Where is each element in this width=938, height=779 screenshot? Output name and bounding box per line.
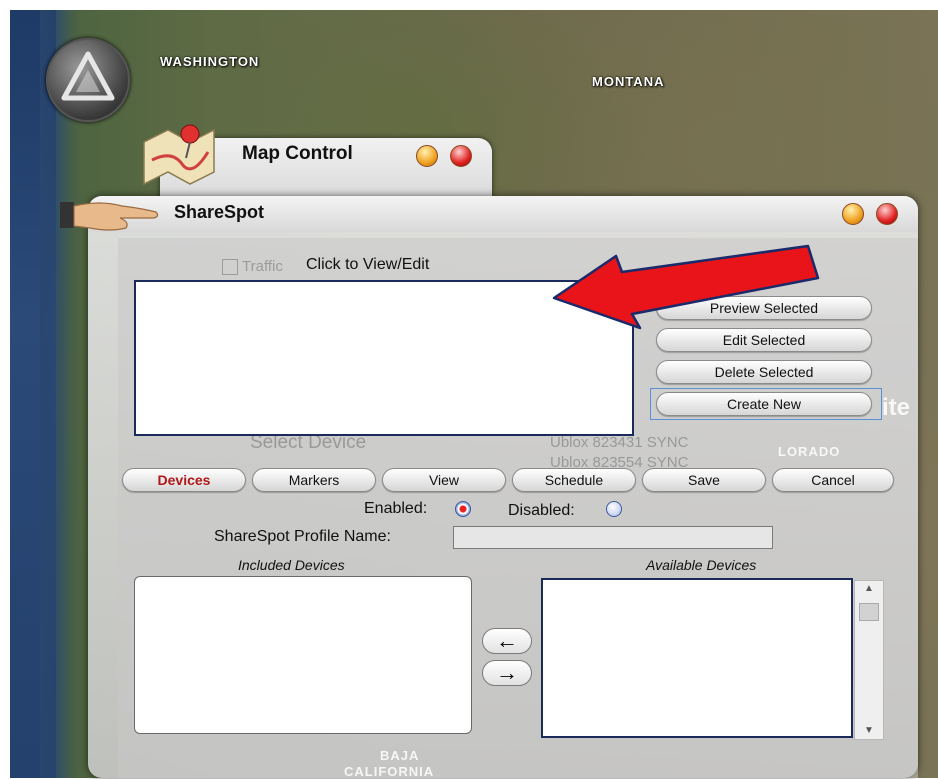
profile-name-label: ShareSpot Profile Name: (214, 528, 391, 545)
move-left-button[interactable]: ← (482, 628, 532, 654)
map-navigation-compass[interactable] (46, 38, 130, 122)
map-control-title: Map Control (242, 143, 353, 164)
hand-icon (60, 196, 160, 236)
overflow-text: ite (882, 394, 911, 421)
available-devices-caption: Available Devices (646, 557, 757, 573)
cancel-button[interactable]: Cancel (772, 468, 894, 492)
scroll-thumb[interactable] (859, 603, 879, 621)
scroll-up-icon[interactable]: ▲ (855, 581, 883, 597)
included-devices-caption: Included Devices (238, 557, 345, 573)
ghost-device-1: Ublox 823431 SYNC (550, 434, 689, 451)
scroll-down-icon[interactable]: ▼ (855, 723, 883, 739)
arrow-right-icon: → (496, 660, 518, 685)
available-devices-scrollbar[interactable]: ▲ ▼ (854, 580, 884, 740)
map-control-minimize-button[interactable] (416, 145, 438, 167)
enabled-radio[interactable] (455, 501, 471, 517)
disabled-radio[interactable] (606, 501, 622, 517)
create-new-button[interactable]: Create New (656, 392, 872, 416)
disabled-label: Disabled: (508, 502, 575, 519)
compass-triangle-icon (61, 51, 115, 101)
sharespot-close-button[interactable] (876, 203, 898, 225)
map-label-colorado: LORADO (778, 444, 841, 459)
map-label-california: CALIFORNIA (344, 764, 435, 779)
available-devices-list[interactable] (541, 578, 853, 738)
map-label-washington: WASHINGTON (160, 54, 260, 69)
map-label-baja: BAJA (380, 748, 420, 763)
move-right-button[interactable]: → (482, 660, 532, 686)
sharespot-title: ShareSpot (174, 202, 265, 222)
tab-view[interactable]: View (382, 468, 506, 492)
save-button[interactable]: Save (642, 468, 766, 492)
map-pin-icon (138, 120, 222, 186)
map-label-montana: MONTANA (592, 74, 665, 89)
delete-selected-button[interactable]: Delete Selected (656, 360, 872, 384)
ghost-traffic-checkbox: Traffic (222, 258, 283, 276)
map-control-close-button[interactable] (450, 145, 472, 167)
list-caption: Click to View/Edit (306, 256, 430, 273)
enabled-label: Enabled: (364, 500, 428, 517)
annotation-arrow-icon (552, 244, 820, 330)
arrow-left-icon: ← (496, 628, 518, 653)
included-devices-list[interactable] (134, 576, 472, 734)
tab-schedule[interactable]: Schedule (512, 468, 636, 492)
coastline (40, 10, 80, 778)
profile-name-input[interactable] (453, 526, 773, 549)
sharespot-minimize-button[interactable] (842, 203, 864, 225)
tab-devices[interactable]: Devices (122, 468, 246, 492)
tab-markers[interactable]: Markers (252, 468, 376, 492)
